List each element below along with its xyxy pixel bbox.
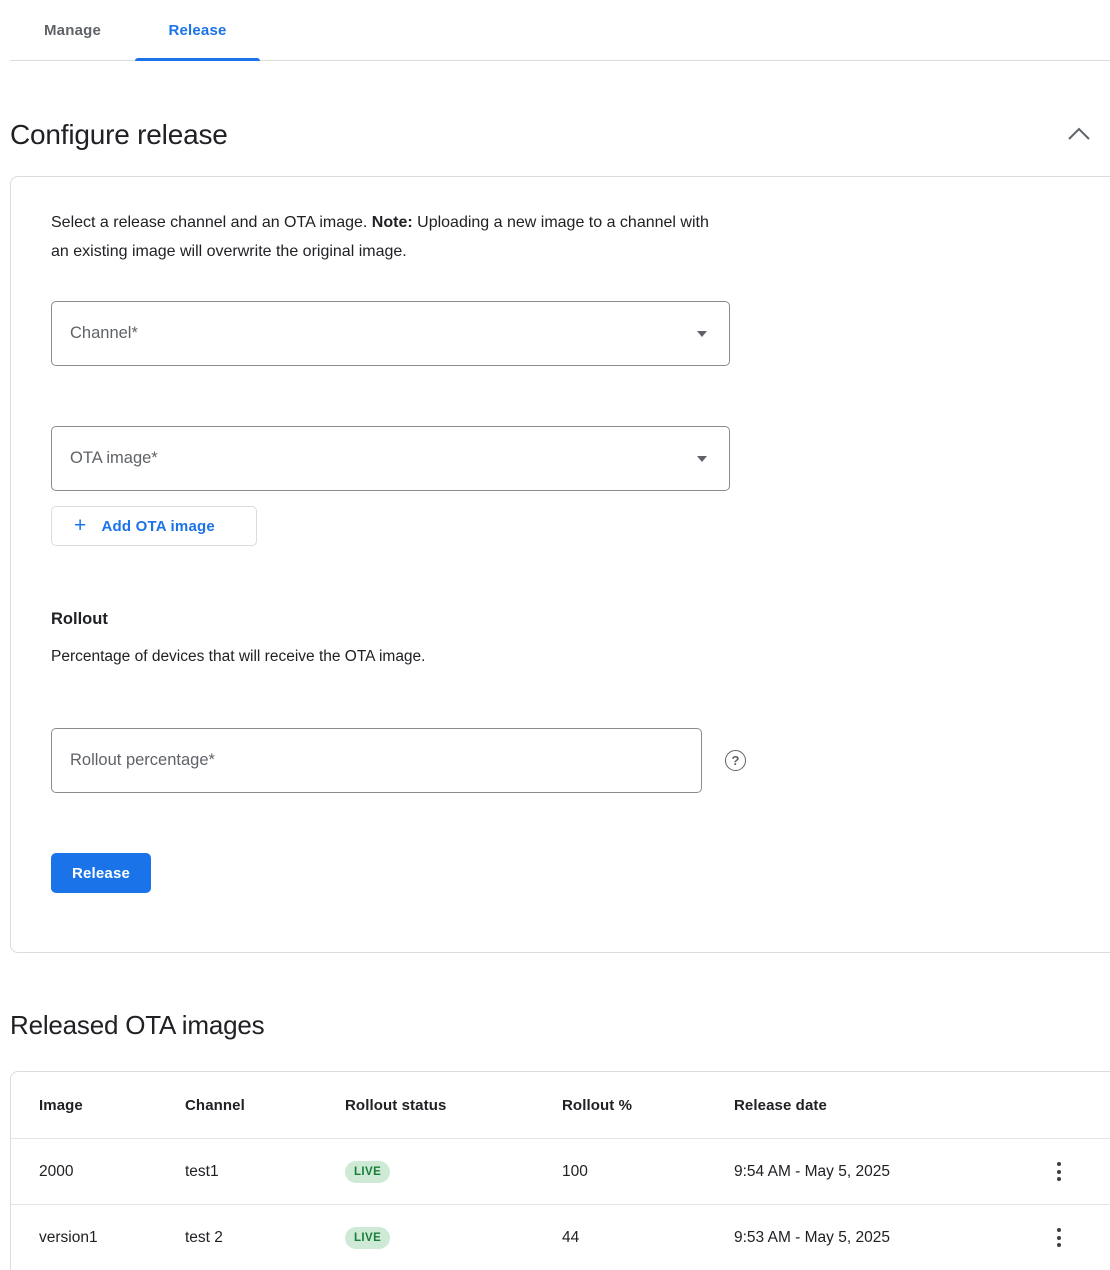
cell-channel: test 2	[185, 1229, 345, 1247]
channel-select-label: Channel*	[70, 324, 138, 343]
rollout-input-row: Rollout percentage* ?	[51, 728, 1110, 793]
table-row: version1 test 2 LIVE 44 9:53 AM - May 5,…	[11, 1204, 1110, 1270]
help-icon[interactable]: ?	[725, 750, 746, 771]
live-status-badge: LIVE	[345, 1161, 390, 1183]
release-note-text: Select a release channel and an OTA imag…	[51, 208, 723, 266]
note-prefix: Select a release channel and an OTA imag…	[51, 214, 372, 231]
tab-manage[interactable]: Manage	[10, 0, 135, 60]
cell-release-date: 9:53 AM - May 5, 2025	[734, 1229, 1045, 1247]
cell-release-date: 9:54 AM - May 5, 2025	[734, 1163, 1045, 1181]
cell-rollout-percent: 100	[562, 1163, 734, 1181]
cell-channel: test1	[185, 1163, 345, 1181]
channel-select[interactable]: Channel*	[51, 301, 730, 366]
column-header-channel: Channel	[185, 1097, 345, 1114]
rollout-description: Percentage of devices that will receive …	[51, 648, 1110, 666]
rollout-percentage-placeholder: Rollout percentage*	[70, 751, 215, 770]
released-ota-images-title: Released OTA images	[10, 1010, 1110, 1041]
ota-image-select-label: OTA image*	[70, 449, 158, 468]
add-ota-image-button[interactable]: + Add OTA image	[51, 506, 257, 546]
active-tab-indicator	[135, 58, 260, 61]
tab-release[interactable]: Release	[135, 0, 260, 60]
question-mark-glyph: ?	[732, 753, 740, 768]
tab-manage-label: Manage	[44, 22, 101, 39]
dropdown-arrow-icon	[697, 331, 707, 337]
cell-rollout-percent: 44	[562, 1229, 734, 1247]
kebab-icon	[1057, 1162, 1061, 1166]
table-header-row: Image Channel Rollout status Rollout % R…	[11, 1072, 1110, 1138]
column-header-image: Image	[39, 1097, 185, 1114]
cell-rollout-status: LIVE	[345, 1161, 562, 1183]
live-status-badge: LIVE	[345, 1227, 390, 1249]
kebab-icon	[1057, 1228, 1061, 1232]
ota-image-select[interactable]: OTA image*	[51, 426, 730, 491]
cell-image: 2000	[39, 1163, 185, 1181]
chevron-up-icon	[1066, 131, 1092, 146]
column-header-rollout-status: Rollout status	[345, 1097, 562, 1114]
tab-bar: Manage Release	[10, 0, 1110, 61]
configure-release-card: Select a release channel and an OTA imag…	[10, 176, 1110, 953]
tab-release-label: Release	[168, 22, 226, 39]
cell-image: version1	[39, 1229, 185, 1247]
release-button[interactable]: Release	[51, 853, 151, 893]
collapse-section-button[interactable]	[1062, 121, 1096, 150]
release-button-label: Release	[72, 865, 130, 882]
row-menu-button[interactable]	[1045, 1222, 1073, 1253]
row-menu-button[interactable]	[1045, 1156, 1073, 1187]
note-bold: Note:	[372, 214, 413, 231]
column-header-rollout-percent: Rollout %	[562, 1097, 734, 1114]
table-row: 2000 test1 LIVE 100 9:54 AM - May 5, 202…	[11, 1138, 1110, 1204]
configure-release-header: Configure release	[0, 61, 1110, 151]
column-header-release-date: Release date	[734, 1097, 1045, 1114]
cell-rollout-status: LIVE	[345, 1227, 562, 1249]
released-ota-images-table: Image Channel Rollout status Rollout % R…	[10, 1071, 1110, 1270]
add-ota-image-label: Add OTA image	[101, 518, 214, 535]
configure-release-title: Configure release	[10, 119, 228, 151]
rollout-heading: Rollout	[51, 610, 1110, 629]
dropdown-arrow-icon	[697, 456, 707, 462]
plus-icon: +	[74, 515, 86, 536]
rollout-percentage-input[interactable]: Rollout percentage*	[51, 728, 702, 793]
